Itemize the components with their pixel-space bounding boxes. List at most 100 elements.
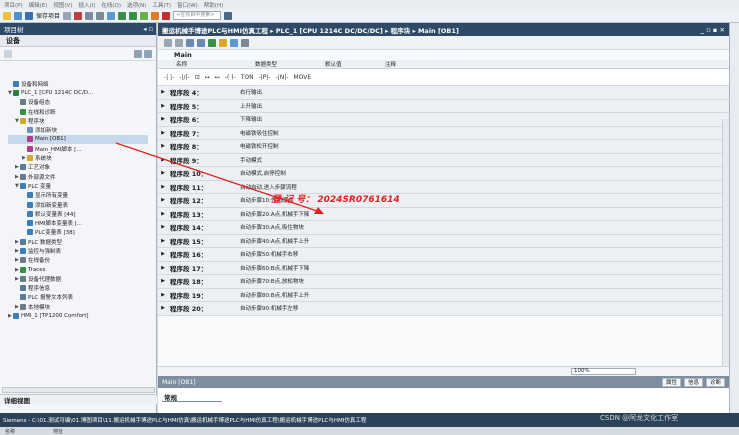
collapse-all-icon[interactable] xyxy=(197,38,205,47)
move-instruction-icon[interactable]: MOVE xyxy=(293,74,311,81)
network-expand-icon[interactable]: ▶ xyxy=(158,184,168,190)
network-expand-icon[interactable]: ▶ xyxy=(158,251,168,257)
network-row[interactable]: ▶ 程序段 18： 自动步骤70:B点,放松物块 xyxy=(158,275,729,289)
tree-item[interactable]: ▶ 本地模块 xyxy=(8,302,148,311)
tree-item[interactable]: 设备组态 xyxy=(8,98,148,107)
network-expand-icon[interactable]: ▶ xyxy=(158,143,168,149)
tree-item[interactable]: 默认变量表 [44] xyxy=(8,209,148,218)
network-expand-icon[interactable]: ▶ xyxy=(158,197,168,203)
network-row[interactable]: ▶ 程序段 11： 自动启动,进入步骤流程 xyxy=(158,180,729,194)
n-trig-icon[interactable]: -|N|- xyxy=(276,74,289,81)
devices-tab[interactable]: 设备 xyxy=(0,35,156,47)
close-branch-icon[interactable]: ↤ xyxy=(215,74,220,81)
normally-open-contact-icon[interactable]: -| |- xyxy=(164,74,174,81)
menu-item[interactable]: 视图(V) xyxy=(53,1,72,9)
undo-icon[interactable] xyxy=(85,11,94,20)
network-row[interactable]: ▶ 程序段 15： 自动步骤40:A点,机械手上升 xyxy=(158,234,729,248)
menu-item[interactable]: 在线(O) xyxy=(101,1,121,9)
info-tab[interactable]: 信息 xyxy=(683,377,703,387)
network-expand-icon[interactable]: ▶ xyxy=(158,224,168,230)
tree-view-icon[interactable] xyxy=(4,49,12,58)
tree-item[interactable]: 在线和诊断 xyxy=(8,107,148,116)
network-row[interactable]: ▶ 程序段 14： 自动步骤30:A点,吸住物块 xyxy=(158,221,729,235)
menu-item[interactable]: 帮助(H) xyxy=(204,1,223,9)
insert-network-icon[interactable] xyxy=(164,38,172,47)
save-icon[interactable] xyxy=(25,11,33,20)
compile-icon[interactable] xyxy=(107,11,116,20)
network-row[interactable]: ▶ 程序段 17： 自动步骤60:B点,机械手下降 xyxy=(158,261,729,275)
tree-item[interactable]: ▶ Traces xyxy=(8,265,148,274)
tree-settings-icon[interactable] xyxy=(144,49,152,58)
ton-timer-icon[interactable]: TON xyxy=(241,74,254,81)
network-row[interactable]: ▶ 程序段 10： 自动模式,启停控制 xyxy=(158,167,729,181)
detail-view-title[interactable]: 详细视图 xyxy=(0,394,157,405)
output-coil-icon[interactable]: -( )- xyxy=(225,74,236,81)
taskbar-portal-item[interactable]: Siemens - C:\01.测试可编\01.博图项目\11.搬运机械手博途P… xyxy=(3,416,366,424)
new-project-icon[interactable] xyxy=(3,11,11,20)
network-row[interactable]: ▶ 程序段 5： 上升输出 xyxy=(158,99,729,113)
tree-item[interactable]: ▼ 程序块 xyxy=(8,116,148,125)
menu-item[interactable]: 插入(I) xyxy=(78,1,95,9)
network-expand-icon[interactable]: ▶ xyxy=(158,292,168,298)
network-row[interactable]: ▶ 程序段 6： 下降输出 xyxy=(158,113,729,127)
network-row[interactable]: ▶ 程序段 4： 右行输出 xyxy=(158,86,729,100)
tree-item[interactable]: ▶ HMI_1 [TP1200 Comfort] xyxy=(8,311,148,320)
network-expand-icon[interactable]: ▶ xyxy=(158,130,168,136)
tree-item[interactable]: HMI脚本变量表 [... xyxy=(8,218,148,227)
network-expand-icon[interactable]: ▶ xyxy=(158,116,168,122)
collapse-panel-icon[interactable]: ◂ ▫ xyxy=(143,25,153,33)
network-row[interactable]: ▶ 程序段 20： 自动步骤90:机械手左移 xyxy=(158,302,729,316)
expand-all-icon[interactable] xyxy=(186,38,194,47)
tree-horizontal-scrollbar[interactable] xyxy=(2,387,155,393)
open-project-icon[interactable] xyxy=(14,11,22,20)
tree-item[interactable]: 程序信息 xyxy=(8,284,148,293)
network-row[interactable]: ▶ 程序段 8： 电磁铁松开控制 xyxy=(158,140,729,154)
tree-item[interactable]: ▶ 系统块 xyxy=(8,153,148,162)
network-expand-icon[interactable]: ▶ xyxy=(158,211,168,217)
network-expand-icon[interactable]: ▶ xyxy=(158,305,168,311)
menu-item[interactable]: 项目(P) xyxy=(4,1,23,9)
close-icon[interactable] xyxy=(162,11,171,20)
upload-icon[interactable] xyxy=(129,11,138,20)
empty-box-icon[interactable]: ⊡ xyxy=(195,74,200,81)
tree-item[interactable]: ▶ 设备代理数据 xyxy=(8,274,148,283)
tree-item[interactable]: ▼ PLC_1 [CPU 1214C DC/D... xyxy=(8,88,148,97)
menu-item[interactable]: 编辑(E) xyxy=(29,1,48,9)
editor-vertical-scrollbar[interactable] xyxy=(722,119,729,383)
network-expand-icon[interactable]: ▶ xyxy=(158,238,168,244)
tree-item[interactable]: 添加新变量表 xyxy=(8,200,148,209)
open-branch-icon[interactable]: ↦ xyxy=(205,74,210,81)
network-expand-icon[interactable]: ▶ xyxy=(158,103,168,109)
tree-item[interactable]: 设备和网络 xyxy=(8,79,148,88)
tree-item[interactable]: PLC变量表 [38] xyxy=(8,228,148,237)
properties-tab[interactable]: 属性 xyxy=(661,377,681,387)
tree-item[interactable]: PLC 报警文本列表 xyxy=(8,293,148,302)
normally-closed-contact-icon[interactable]: -|/|- xyxy=(179,74,189,81)
network-row[interactable]: ▶ 程序段 12： 自动步骤10:先回原点 xyxy=(158,194,729,208)
menu-item[interactable]: 选项(N) xyxy=(127,1,146,9)
network-expand-icon[interactable]: ▶ xyxy=(158,89,168,95)
save-project-button[interactable]: 保存项目 xyxy=(36,11,60,20)
go-online-icon[interactable] xyxy=(140,11,149,20)
task-cards-strip[interactable] xyxy=(729,23,739,413)
zoom-select[interactable]: 100% xyxy=(571,368,636,375)
network-expand-icon[interactable]: ▶ xyxy=(158,265,168,271)
tree-item[interactable]: ▶ 监控与强制表 xyxy=(8,246,148,255)
menu-item[interactable]: 窗口(W) xyxy=(177,1,198,9)
favorites-icon[interactable] xyxy=(219,38,227,47)
tree-item[interactable]: ▶ 工艺对象 xyxy=(8,163,148,172)
tree-options-icon[interactable] xyxy=(134,49,142,58)
menu-item[interactable]: 工具(T) xyxy=(152,1,171,9)
monitor-icon[interactable] xyxy=(208,38,216,47)
download-icon[interactable] xyxy=(118,11,127,20)
p-trig-icon[interactable]: -|P|- xyxy=(259,74,271,81)
delete-network-icon[interactable] xyxy=(175,38,183,47)
network-row[interactable]: ▶ 程序段 19： 自动步骤80:B点,机械手上升 xyxy=(158,288,729,302)
search-icon[interactable] xyxy=(224,11,233,20)
project-search-input[interactable]: <在项目中搜索> xyxy=(173,11,222,20)
network-expand-icon[interactable]: ▶ xyxy=(158,170,168,176)
tree-item[interactable]: ▼ PLC 变量 xyxy=(8,181,148,190)
network-row[interactable]: ▶ 程序段 16： 自动步骤50:机械手右移 xyxy=(158,248,729,262)
delete-icon[interactable] xyxy=(74,11,83,20)
go-offline-icon[interactable] xyxy=(151,11,160,20)
